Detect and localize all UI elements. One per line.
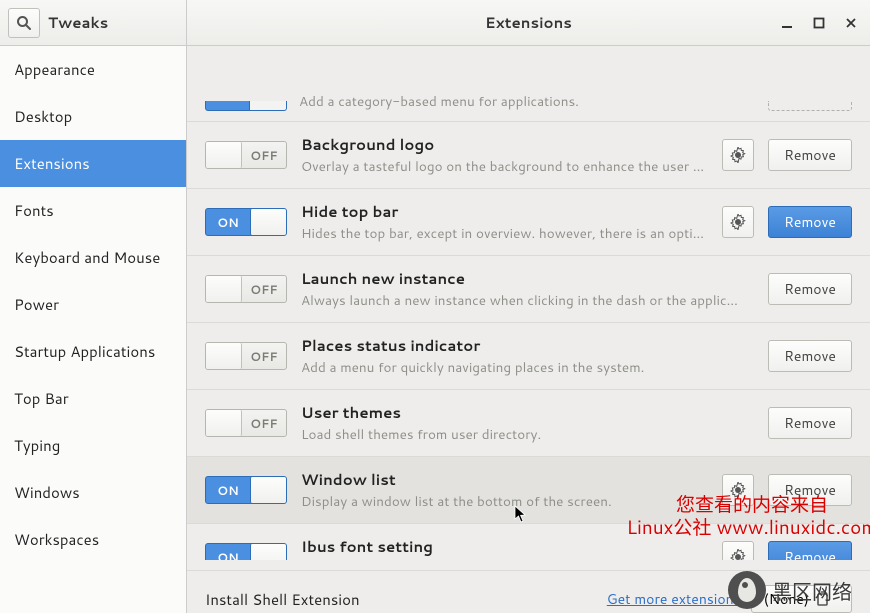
extension-toggle[interactable]: OFF — [205, 342, 287, 370]
remove-button[interactable]: Remove — [768, 541, 852, 560]
extension-row: OFF Launch new instance Always launch a ne… — [187, 256, 870, 323]
install-file-chooser[interactable]: (None) — [751, 585, 852, 613]
remove-button[interactable]: Remove — [768, 474, 852, 506]
extension-row: OFF Places status indicator Add a menu for… — [187, 323, 870, 390]
install-bar: Install Shell Extension Get more extensi… — [187, 570, 870, 613]
extension-toggle[interactable]: OFF — [205, 409, 287, 437]
headerbar-right: Extensions — [187, 0, 870, 45]
extension-name: Ibus font setting — [301, 536, 708, 557]
remove-button[interactable]: Remove — [768, 340, 852, 372]
sidebar-item-windows[interactable]: Windows — [0, 469, 186, 516]
extension-settings-button[interactable] — [722, 139, 754, 171]
sidebar-item-startup-applications[interactable]: Startup Applications — [0, 328, 186, 375]
main-content: AppearanceDesktopExtensionsFontsKeyboard… — [0, 46, 870, 613]
extension-text: Background logo Overlay a tasteful logo o… — [301, 134, 708, 176]
extension-settings-button[interactable] — [722, 541, 754, 560]
extension-row: OFF Background logo Overlay a tasteful log… — [187, 122, 870, 189]
extension-text: Window list Display a window list at the … — [301, 469, 708, 511]
extension-settings-button[interactable] — [722, 474, 754, 506]
content-pane: Add a category-based menu for applicatio… — [187, 46, 870, 613]
gear-icon — [730, 549, 746, 560]
sidebar-item-typing[interactable]: Typing — [0, 422, 186, 469]
extension-description: Hides the top bar, except in overview. h… — [301, 224, 708, 243]
close-button[interactable] — [844, 16, 858, 30]
extension-name: Hide top bar — [301, 201, 708, 222]
remove-button[interactable]: Remove — [768, 206, 852, 238]
window-controls — [780, 16, 858, 30]
extension-row: OFF User themes Load shell themes from use… — [187, 390, 870, 457]
sidebar-item-extensions[interactable]: Extensions — [0, 140, 186, 187]
gear-icon — [730, 214, 746, 230]
extension-row: ON Ibus font setting Use ibus font setting… — [187, 524, 870, 560]
minimize-button[interactable] — [780, 16, 794, 30]
extension-text: Places status indicator Add a menu for qu… — [301, 335, 754, 377]
extension-name: Window list — [301, 469, 708, 490]
extension-name: Background logo — [301, 134, 708, 155]
extension-name: User themes — [301, 402, 754, 423]
remove-button[interactable]: Remove — [768, 139, 852, 171]
extension-name: Launch new instance — [301, 268, 754, 289]
install-label: Install Shell Extension — [205, 589, 360, 610]
search-button[interactable] — [8, 8, 40, 38]
extension-text: Launch new instance Always launch a new i… — [301, 268, 754, 310]
extension-description: Always launch a new instance when clicki… — [301, 291, 754, 310]
extension-toggle[interactable]: ON — [205, 476, 287, 504]
sidebar-item-desktop[interactable]: Desktop — [0, 93, 186, 140]
sidebar-item-top-bar[interactable]: Top Bar — [0, 375, 186, 422]
extension-toggle[interactable] — [205, 101, 287, 111]
gear-icon — [730, 147, 746, 163]
sidebar-item-keyboard-and-mouse[interactable]: Keyboard and Mouse — [0, 234, 186, 281]
remove-button[interactable]: Remove — [768, 273, 852, 305]
gear-icon — [730, 482, 746, 498]
extension-description: Add a menu for quickly navigating places… — [301, 358, 754, 377]
remove-button[interactable] — [768, 101, 852, 111]
search-icon — [16, 15, 32, 31]
extension-toggle[interactable]: ON — [205, 208, 287, 236]
extension-toggle[interactable]: ON — [205, 543, 287, 560]
sidebar-item-appearance[interactable]: Appearance — [0, 46, 186, 93]
extensions-list[interactable]: Add a category-based menu for applicatio… — [187, 46, 870, 560]
sidebar-item-power[interactable]: Power — [0, 281, 186, 328]
sidebar: AppearanceDesktopExtensionsFontsKeyboard… — [0, 46, 187, 613]
extension-toggle[interactable]: OFF — [205, 275, 287, 303]
extension-text: Ibus font setting Use ibus font setting o… — [301, 536, 708, 560]
install-file-chooser-label: (None) — [764, 589, 809, 609]
remove-button[interactable]: Remove — [768, 407, 852, 439]
extension-text: User themes Load shell themes from user d… — [301, 402, 754, 444]
extension-row-partial: Add a category-based menu for applicatio… — [187, 46, 870, 122]
extension-description: Display a window list at the bottom of t… — [301, 492, 708, 511]
document-open-icon — [815, 590, 833, 608]
extension-description: Overlay a tasteful logo on the backgroun… — [301, 157, 708, 176]
headerbar: Tweaks Extensions — [0, 0, 870, 46]
extension-name: Places status indicator — [301, 335, 754, 356]
maximize-button[interactable] — [812, 16, 826, 30]
extension-row: ON Window list Display a window list at th… — [187, 457, 870, 524]
extension-description: Use ibus font setting of ibus setup dial… — [301, 559, 708, 560]
minimize-icon — [781, 17, 793, 29]
close-icon — [845, 17, 857, 29]
extension-description: Add a category-based menu for applicatio… — [299, 92, 756, 111]
extension-row: ON Hide top bar Hides the top bar, except … — [187, 189, 870, 256]
headerbar-left: Tweaks — [0, 0, 187, 45]
get-more-extensions-link[interactable]: Get more extensions — [607, 589, 741, 609]
app-title: Tweaks — [48, 12, 108, 33]
extension-description: Load shell themes from user directory. — [301, 425, 754, 444]
maximize-icon — [813, 17, 825, 29]
page-title: Extensions — [485, 12, 572, 33]
extension-settings-button[interactable] — [722, 206, 754, 238]
sidebar-item-workspaces[interactable]: Workspaces — [0, 516, 186, 563]
extension-toggle[interactable]: OFF — [205, 141, 287, 169]
extension-text: Hide top bar Hides the top bar, except in… — [301, 201, 708, 243]
sidebar-item-fonts[interactable]: Fonts — [0, 187, 186, 234]
